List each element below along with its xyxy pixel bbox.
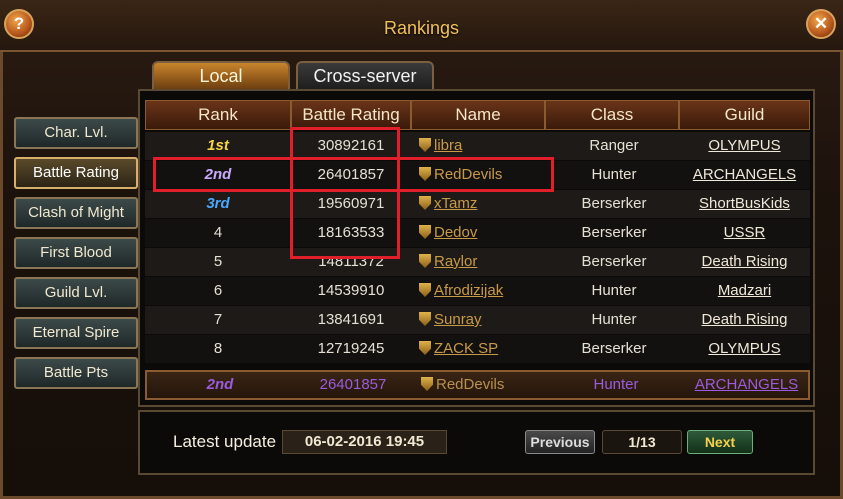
- guild-link[interactable]: Madzari: [718, 282, 771, 299]
- name-cell: Afrodizijak: [419, 277, 549, 305]
- rank-cell: 5: [213, 253, 223, 270]
- guild-cell: Death Rising: [679, 306, 810, 334]
- table-row: 7 13841691 Sunray Hunter Death Rising: [145, 306, 810, 334]
- rank-cell: 7: [213, 311, 223, 328]
- name-cell: Dedov: [419, 219, 549, 247]
- guild-cell: Death Rising: [679, 248, 810, 276]
- player-row-highlight-box: [153, 157, 554, 192]
- battle-rating-cell: 12719245: [317, 340, 385, 357]
- guild-link[interactable]: Death Rising: [702, 253, 788, 270]
- guild-shield-icon: [419, 254, 431, 268]
- column-header-rank: Rank: [145, 100, 291, 130]
- battle-rating-highlight-box: [290, 127, 400, 259]
- rank-cell: 1st: [207, 137, 229, 154]
- column-header-guild: Guild: [679, 100, 810, 130]
- table-row: 4 18163533 Dedov Berserker USSR: [145, 219, 810, 247]
- class-cell: Hunter: [591, 282, 637, 299]
- table-row: 6 14539910 Afrodizijak Hunter Madzari: [145, 277, 810, 305]
- name-cell: libra: [419, 132, 549, 160]
- next-page-button[interactable]: Next: [687, 430, 753, 454]
- battle-rating-cell: 13841691: [317, 311, 385, 328]
- guild-shield-icon: [421, 377, 433, 391]
- tab-local[interactable]: Local: [152, 61, 290, 89]
- table-row: 5 14811372 Raylor Berserker Death Rising: [145, 248, 810, 276]
- guild-cell: OLYMPUS: [679, 132, 810, 160]
- table-row: 8 12719245 ZACK SP Berserker OLYMPUS: [145, 335, 810, 363]
- guild-link[interactable]: ARCHANGELS: [693, 166, 796, 183]
- guild-shield-icon: [419, 225, 431, 239]
- class-cell: Berserker: [581, 224, 647, 241]
- guild-link[interactable]: ARCHANGELS: [695, 376, 798, 393]
- column-header-name: Name: [411, 100, 545, 130]
- guild-link[interactable]: USSR: [724, 224, 766, 241]
- column-header-battle-rating: Battle Rating: [291, 100, 411, 130]
- sidebar-item-char-lvl[interactable]: Char. Lvl.: [14, 117, 138, 149]
- player-name-link[interactable]: Raylor: [434, 253, 477, 270]
- window-title: Rankings: [383, 18, 460, 38]
- guild-cell: ShortBusKids: [679, 190, 810, 218]
- class-cell: Hunter: [591, 166, 637, 183]
- sidebar-item-battle-rating[interactable]: Battle Rating: [14, 157, 138, 189]
- battle-rating-cell: 14539910: [317, 282, 385, 299]
- player-name-link[interactable]: libra: [434, 137, 462, 154]
- tab-cross-server[interactable]: Cross-server: [296, 61, 434, 89]
- own-ranking-row: 2nd 26401857 RedDevils Hunter ARCHANGELS: [145, 370, 810, 400]
- sidebar-item-battle-pts[interactable]: Battle Pts: [14, 357, 138, 389]
- guild-shield-icon: [419, 312, 431, 326]
- player-name-link[interactable]: Sunray: [434, 311, 482, 328]
- guild-cell: OLYMPUS: [679, 335, 810, 363]
- page-indicator: 1/13: [602, 430, 682, 454]
- rank-cell: 6: [213, 282, 223, 299]
- sidebar-item-eternal-spire[interactable]: Eternal Spire: [14, 317, 138, 349]
- close-button[interactable]: ✕: [806, 9, 836, 39]
- class-cell: Hunter: [593, 376, 639, 393]
- guild-shield-icon: [419, 196, 431, 210]
- rank-cell: 2nd: [206, 376, 234, 393]
- guild-shield-icon: [419, 341, 431, 355]
- guild-cell: ARCHANGELS: [679, 161, 810, 189]
- name-cell: xTamz: [419, 190, 549, 218]
- rank-cell: 8: [213, 340, 223, 357]
- guild-cell: Madzari: [679, 277, 810, 305]
- guild-link[interactable]: OLYMPUS: [708, 137, 780, 154]
- class-cell: Berserker: [581, 195, 647, 212]
- class-cell: Berserker: [581, 340, 647, 357]
- rank-cell: 3rd: [206, 195, 230, 212]
- player-name-link[interactable]: RedDevils: [436, 376, 504, 393]
- player-name-link[interactable]: ZACK SP: [434, 340, 498, 357]
- player-name-link[interactable]: Dedov: [434, 224, 477, 241]
- rank-cell: 4: [213, 224, 223, 241]
- name-cell: Sunray: [419, 306, 549, 334]
- latest-update-value: 06-02-2016 19:45: [282, 430, 447, 454]
- name-cell: ZACK SP: [419, 335, 549, 363]
- name-cell: RedDevils: [421, 371, 551, 399]
- guild-shield-icon: [419, 138, 431, 152]
- guild-link[interactable]: Death Rising: [702, 311, 788, 328]
- player-name-link[interactable]: xTamz: [434, 195, 477, 212]
- column-header-class: Class: [545, 100, 679, 130]
- player-name-link[interactable]: Afrodizijak: [434, 282, 503, 299]
- guild-cell: USSR: [679, 219, 810, 247]
- class-cell: Ranger: [589, 137, 639, 154]
- guild-cell: ARCHANGELS: [681, 371, 812, 399]
- battle-rating-cell: 26401857: [319, 376, 387, 393]
- sidebar-item-guild-lvl[interactable]: Guild Lvl.: [14, 277, 138, 309]
- class-cell: Berserker: [581, 253, 647, 270]
- sidebar-item-clash-of-might[interactable]: Clash of Might: [14, 197, 138, 229]
- table-row: 3rd 19560971 xTamz Berserker ShortBusKid…: [145, 190, 810, 218]
- guild-shield-icon: [419, 283, 431, 297]
- guild-link[interactable]: OLYMPUS: [708, 340, 780, 357]
- guild-link[interactable]: ShortBusKids: [699, 195, 790, 212]
- latest-update-label: Latest update: [173, 432, 277, 451]
- help-button[interactable]: ?: [4, 9, 34, 39]
- name-cell: Raylor: [419, 248, 549, 276]
- class-cell: Hunter: [591, 311, 637, 328]
- table-row: 1st 30892161 libra Ranger OLYMPUS: [145, 132, 810, 160]
- sidebar-item-first-blood[interactable]: First Blood: [14, 237, 138, 269]
- previous-page-button[interactable]: Previous: [525, 430, 595, 454]
